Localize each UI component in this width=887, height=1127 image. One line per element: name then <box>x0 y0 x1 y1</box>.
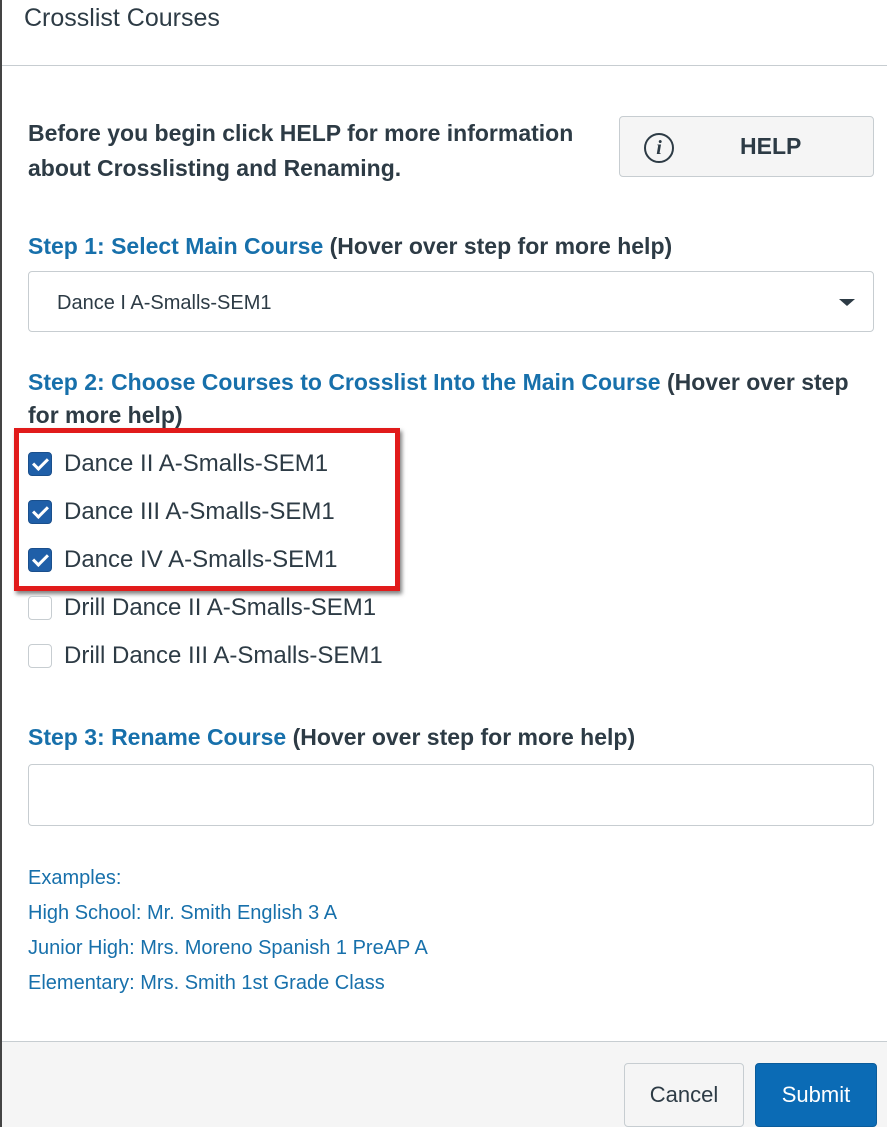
course-checkbox-item[interactable]: Dance II A-Smalls-SEM1 <box>28 448 528 496</box>
course-checkbox-item[interactable]: Dance III A-Smalls-SEM1 <box>28 496 528 544</box>
step1-hint: (Hover over step for more help) <box>329 233 673 259</box>
course-label: Drill Dance III A-Smalls-SEM1 <box>64 642 383 669</box>
step1-heading: Step 1: Select Main Course (Hover over s… <box>28 230 672 263</box>
course-label: Dance IV A-Smalls-SEM1 <box>64 546 338 573</box>
step2-heading: Step 2: Choose Courses to Crosslist Into… <box>28 366 868 432</box>
examples-block: Examples: High School: Mr. Smith English… <box>28 861 428 1001</box>
course-checkbox-item[interactable]: Drill Dance II A-Smalls-SEM1 <box>28 592 528 640</box>
info-icon: i <box>644 133 674 163</box>
example-item: Elementary: Mrs. Smith 1st Grade Class <box>28 972 385 994</box>
cancel-button[interactable]: Cancel <box>624 1063 744 1127</box>
checkbox[interactable] <box>28 548 52 572</box>
step3-hint: (Hover over step for more help) <box>292 724 636 750</box>
step2-link[interactable]: Step 2: Choose Courses to Crosslist Into… <box>28 369 661 395</box>
help-button-label: HELP <box>740 133 802 159</box>
help-button[interactable]: i HELP <box>619 116 874 177</box>
rename-course-input[interactable] <box>28 764 874 826</box>
submit-button[interactable]: Submit <box>755 1063 877 1127</box>
example-item: High School: Mr. Smith English 3 A <box>28 902 338 924</box>
course-checkbox-item[interactable]: Dance IV A-Smalls-SEM1 <box>28 544 528 592</box>
checkbox[interactable] <box>28 644 52 668</box>
step3-link[interactable]: Step 3: Rename Course <box>28 724 286 750</box>
course-checkbox-item[interactable]: Drill Dance III A-Smalls-SEM1 <box>28 640 528 688</box>
main-course-select[interactable]: Dance I A-Smalls-SEM1 <box>28 271 874 332</box>
step3-heading: Step 3: Rename Course (Hover over step f… <box>28 721 635 754</box>
course-label: Dance II A-Smalls-SEM1 <box>64 450 329 477</box>
crosslist-dialog: Crosslist Courses Before you begin click… <box>0 0 887 1127</box>
checkbox[interactable] <box>28 452 52 476</box>
example-item: Junior High: Mrs. Moreno Spanish 1 PreAP… <box>28 937 428 959</box>
examples-heading: Examples: <box>28 867 122 889</box>
checkbox[interactable] <box>28 500 52 524</box>
dialog-header: Crosslist Courses <box>2 0 887 66</box>
checkbox[interactable] <box>28 596 52 620</box>
chevron-down-icon <box>839 299 855 306</box>
course-checkbox-list: Dance II A-Smalls-SEM1 Dance III A-Small… <box>28 448 528 688</box>
dialog-footer: Cancel Submit <box>2 1041 887 1127</box>
course-label: Dance III A-Smalls-SEM1 <box>64 498 335 525</box>
dialog-title: Crosslist Courses <box>24 4 220 32</box>
main-course-select-value: Dance I A-Smalls-SEM1 <box>57 292 272 314</box>
course-label: Drill Dance II A-Smalls-SEM1 <box>64 594 377 621</box>
intro-text: Before you begin click HELP for more inf… <box>28 120 574 181</box>
step1-link[interactable]: Step 1: Select Main Course <box>28 233 323 259</box>
